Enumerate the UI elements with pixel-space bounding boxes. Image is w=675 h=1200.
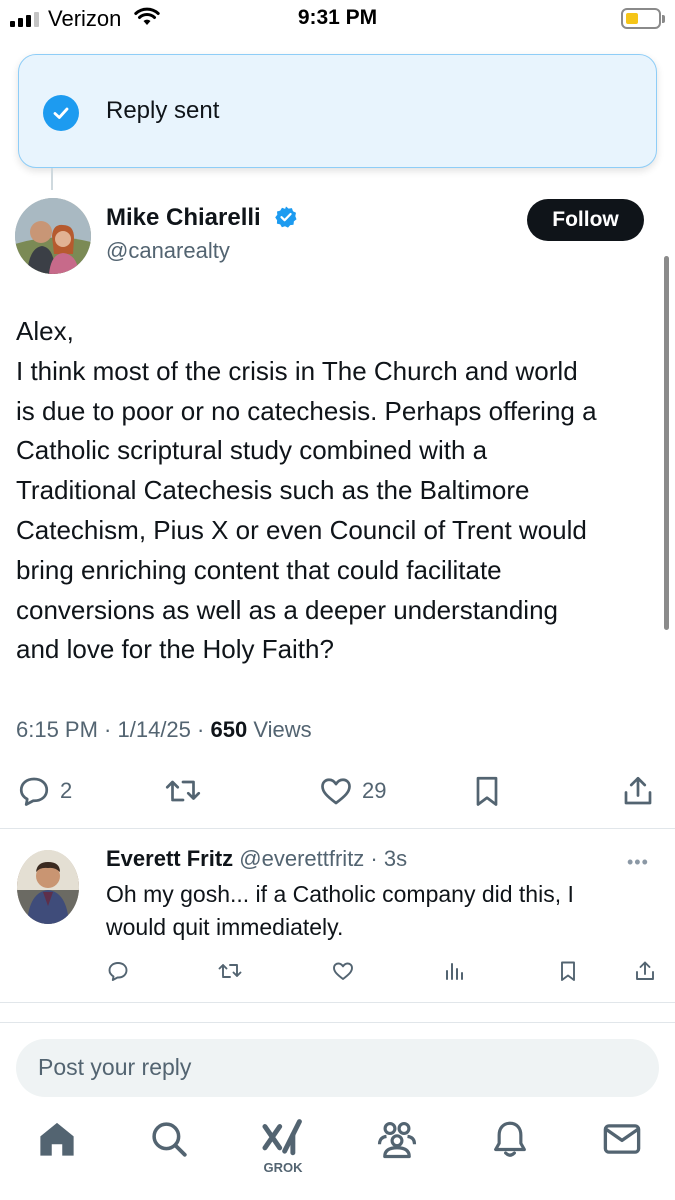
divider bbox=[0, 828, 675, 829]
reply-share-button[interactable] bbox=[632, 958, 658, 984]
post-text-line: and love for the Holy Faith? bbox=[16, 634, 334, 665]
bookmark-button[interactable] bbox=[469, 770, 505, 812]
reply-text: Oh my gosh... if a Catholic company did … bbox=[106, 878, 574, 944]
reply-author-handle[interactable]: @everettfritz bbox=[239, 846, 364, 871]
reply-text-line: Oh my gosh... if a Catholic company did … bbox=[106, 881, 574, 907]
reply-views-button[interactable] bbox=[441, 958, 467, 984]
nav-search[interactable] bbox=[139, 1118, 199, 1188]
reply-author-avatar[interactable] bbox=[17, 850, 79, 924]
post-text-line: Catechism, Pius X or even Council of Tre… bbox=[16, 514, 587, 545]
post-text-line: Traditional Catechesis such as the Balti… bbox=[16, 475, 530, 506]
reply-bookmark-button[interactable] bbox=[555, 958, 581, 984]
post-reply-placeholder: Post your reply bbox=[38, 1054, 192, 1080]
check-circle-icon bbox=[43, 95, 79, 131]
share-button[interactable] bbox=[620, 770, 656, 812]
notifications-icon bbox=[494, 1121, 526, 1157]
divider bbox=[0, 1002, 675, 1003]
scrollbar[interactable] bbox=[664, 256, 669, 630]
share-icon bbox=[636, 961, 654, 980]
reply-time[interactable]: 3s bbox=[384, 846, 407, 871]
battery-level bbox=[626, 13, 638, 24]
verified-badge-icon bbox=[275, 206, 297, 228]
like-button[interactable]: 29 bbox=[318, 770, 386, 812]
repost-icon bbox=[165, 780, 201, 802]
reply-button[interactable]: 2 bbox=[16, 770, 72, 812]
follow-button[interactable]: Follow bbox=[527, 199, 644, 241]
like-count: 29 bbox=[362, 778, 387, 803]
post-text-line: is due to poor or no catechesis. Perhaps… bbox=[16, 395, 597, 426]
battery-icon bbox=[621, 8, 665, 29]
post-actions: 2 29 bbox=[0, 770, 675, 812]
heart-icon bbox=[333, 962, 353, 980]
thread-connector-line bbox=[51, 168, 53, 190]
reply-author-name[interactable]: Everett Fritz bbox=[106, 846, 233, 871]
status-bar: Verizon 9:31 PM bbox=[0, 0, 675, 40]
analytics-icon bbox=[446, 963, 463, 980]
repost-button[interactable] bbox=[163, 770, 203, 812]
nav-messages[interactable] bbox=[592, 1118, 652, 1188]
post-text: Alex, I think most of the crisis in The … bbox=[16, 312, 661, 670]
post-meta: 6:15 PM · 1/14/25 · 650 Views bbox=[16, 717, 312, 742]
author-handle[interactable]: @canarealty bbox=[106, 238, 230, 264]
views-label[interactable]: Views bbox=[253, 717, 311, 742]
more-options-icon[interactable]: ••• bbox=[627, 852, 649, 873]
bottom-nav: GROK bbox=[0, 1118, 675, 1200]
reply-header: Everett Fritz @everettfritz · 3s bbox=[106, 846, 408, 871]
reply-like-button[interactable] bbox=[330, 958, 356, 984]
post-text-line: Catholic scriptural study combined with … bbox=[16, 435, 488, 466]
post-text-line: I think most of the crisis in The Church… bbox=[16, 355, 578, 386]
home-icon bbox=[40, 1122, 74, 1156]
reply-repost-button[interactable] bbox=[217, 958, 243, 984]
reply-icon bbox=[19, 777, 49, 806]
divider bbox=[0, 1022, 675, 1023]
reply-text-line: would quit immediately. bbox=[106, 914, 344, 940]
reply-sent-toast: Reply sent bbox=[18, 54, 657, 168]
author-avatar[interactable] bbox=[15, 198, 91, 274]
author-name[interactable]: Mike Chiarelli bbox=[106, 204, 261, 232]
share-icon bbox=[624, 776, 652, 805]
communities-icon bbox=[377, 1122, 417, 1159]
post-text-line: Alex, bbox=[16, 316, 74, 346]
reply-icon bbox=[108, 962, 128, 981]
views-count[interactable]: 650 bbox=[210, 717, 247, 742]
nav-communities[interactable] bbox=[367, 1118, 427, 1188]
search-icon bbox=[152, 1122, 187, 1157]
post-text-line: bring enriching content that could facil… bbox=[16, 554, 502, 585]
heart-icon bbox=[321, 778, 351, 805]
reply-reply-button[interactable] bbox=[105, 958, 131, 984]
messages-icon bbox=[603, 1124, 641, 1154]
bookmark-icon bbox=[561, 961, 575, 981]
toast-message: Reply sent bbox=[106, 97, 220, 124]
post-text-line: conversions as well as a deeper understa… bbox=[16, 594, 559, 625]
repost-icon bbox=[218, 964, 242, 978]
nav-home[interactable] bbox=[27, 1118, 87, 1188]
bookmark-icon bbox=[476, 776, 498, 806]
nav-grok[interactable]: GROK bbox=[253, 1118, 313, 1188]
nav-notifications[interactable] bbox=[480, 1118, 540, 1188]
status-time: 9:31 PM bbox=[297, 6, 378, 29]
reply-count: 2 bbox=[60, 778, 73, 803]
post-time[interactable]: 6:15 PM bbox=[16, 717, 98, 742]
post-reply-input[interactable]: Post your reply bbox=[16, 1039, 659, 1097]
grok-label: GROK bbox=[263, 1160, 303, 1175]
post-date[interactable]: 1/14/25 bbox=[118, 717, 191, 742]
grok-icon bbox=[262, 1119, 302, 1156]
